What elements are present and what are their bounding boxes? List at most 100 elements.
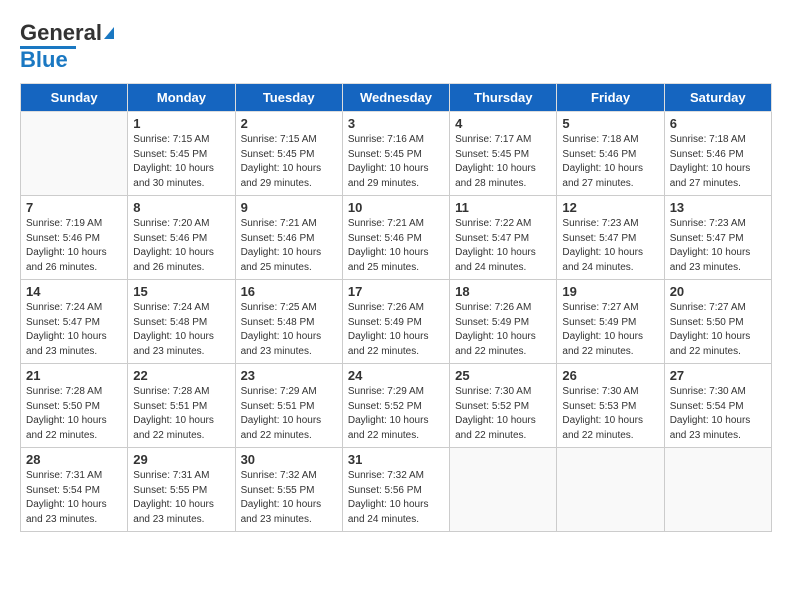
day-info: Sunrise: 7:28 AM Sunset: 5:50 PM Dayligh… <box>26 385 122 443</box>
day-info: Sunrise: 7:28 AM Sunset: 5:51 PM Dayligh… <box>133 385 229 443</box>
day-number: 2 <box>241 116 337 131</box>
day-number: 27 <box>670 368 766 383</box>
calendar-cell <box>450 448 557 532</box>
day-number: 10 <box>348 200 444 215</box>
calendar-cell: 9 Sunrise: 7:21 AM Sunset: 5:46 PM Daylig… <box>235 196 342 280</box>
day-info: Sunrise: 7:20 AM Sunset: 5:46 PM Dayligh… <box>133 217 229 275</box>
day-number: 21 <box>26 368 122 383</box>
day-info: Sunrise: 7:30 AM Sunset: 5:52 PM Dayligh… <box>455 385 551 443</box>
day-number: 31 <box>348 452 444 467</box>
calendar-cell: 22 Sunrise: 7:28 AM Sunset: 5:51 PM Dayli… <box>128 364 235 448</box>
calendar-cell: 13 Sunrise: 7:23 AM Sunset: 5:47 PM Dayli… <box>664 196 771 280</box>
calendar-cell: 24Sunrise: 7:29 AM Sunset: 5:52 PM Dayli… <box>342 364 449 448</box>
day-info: Sunrise: 7:21 AM Sunset: 5:46 PM Dayligh… <box>348 217 444 275</box>
day-info: Sunrise: 7:31 AM Sunset: 5:54 PM Dayligh… <box>26 469 122 527</box>
calendar-cell: 17 Sunrise: 7:26 AM Sunset: 5:49 PM Dayli… <box>342 280 449 364</box>
calendar-cell: 25 Sunrise: 7:30 AM Sunset: 5:52 PM Dayli… <box>450 364 557 448</box>
day-number: 6 <box>670 116 766 131</box>
day-number: 3 <box>348 116 444 131</box>
logo: General Blue <box>20 20 114 73</box>
calendar-cell: 23 Sunrise: 7:29 AM Sunset: 5:51 PM Dayli… <box>235 364 342 448</box>
day-info: Sunrise: 7:32 AM Sunset: 5:55 PM Dayligh… <box>241 469 337 527</box>
page-header: General Blue <box>20 20 772 73</box>
day-number: 30 <box>241 452 337 467</box>
calendar-cell: 20 Sunrise: 7:27 AM Sunset: 5:50 PM Dayli… <box>664 280 771 364</box>
calendar-cell: 6 Sunrise: 7:18 AM Sunset: 5:46 PM Daylig… <box>664 112 771 196</box>
day-number: 23 <box>241 368 337 383</box>
day-info: Sunrise: 7:19 AM Sunset: 5:46 PM Dayligh… <box>26 217 122 275</box>
day-number: 18 <box>455 284 551 299</box>
day-info: Sunrise: 7:22 AM Sunset: 5:47 PM Dayligh… <box>455 217 551 275</box>
day-info: Sunrise: 7:25 AM Sunset: 5:48 PM Dayligh… <box>241 301 337 359</box>
day-info: Sunrise: 7:23 AM Sunset: 5:47 PM Dayligh… <box>670 217 766 275</box>
day-info: Sunrise: 7:18 AM Sunset: 5:46 PM Dayligh… <box>562 133 658 191</box>
day-number: 7 <box>26 200 122 215</box>
day-number: 14 <box>26 284 122 299</box>
calendar-table: SundayMondayTuesdayWednesdayThursdayFrid… <box>20 83 772 532</box>
day-info: Sunrise: 7:23 AM Sunset: 5:47 PM Dayligh… <box>562 217 658 275</box>
day-number: 29 <box>133 452 229 467</box>
day-number: 8 <box>133 200 229 215</box>
day-header-monday: Monday <box>128 84 235 112</box>
day-number: 26 <box>562 368 658 383</box>
day-info: Sunrise: 7:31 AM Sunset: 5:55 PM Dayligh… <box>133 469 229 527</box>
day-info: Sunrise: 7:15 AM Sunset: 5:45 PM Dayligh… <box>241 133 337 191</box>
week-row-2: 7 Sunrise: 7:19 AM Sunset: 5:46 PM Daylig… <box>21 196 772 280</box>
calendar-cell: 3 Sunrise: 7:16 AM Sunset: 5:45 PM Daylig… <box>342 112 449 196</box>
week-row-5: 28Sunrise: 7:31 AM Sunset: 5:54 PM Dayli… <box>21 448 772 532</box>
day-info: Sunrise: 7:24 AM Sunset: 5:48 PM Dayligh… <box>133 301 229 359</box>
calendar-cell: 2 Sunrise: 7:15 AM Sunset: 5:45 PM Daylig… <box>235 112 342 196</box>
day-info: Sunrise: 7:29 AM Sunset: 5:52 PM Dayligh… <box>348 385 444 443</box>
day-number: 9 <box>241 200 337 215</box>
calendar-cell: 21 Sunrise: 7:28 AM Sunset: 5:50 PM Dayli… <box>21 364 128 448</box>
day-number: 4 <box>455 116 551 131</box>
day-info: Sunrise: 7:29 AM Sunset: 5:51 PM Dayligh… <box>241 385 337 443</box>
day-number: 20 <box>670 284 766 299</box>
week-row-3: 14 Sunrise: 7:24 AM Sunset: 5:47 PM Dayli… <box>21 280 772 364</box>
day-number: 16 <box>241 284 337 299</box>
day-header-thursday: Thursday <box>450 84 557 112</box>
calendar-cell: 4Sunrise: 7:17 AM Sunset: 5:45 PM Daylig… <box>450 112 557 196</box>
day-info: Sunrise: 7:18 AM Sunset: 5:46 PM Dayligh… <box>670 133 766 191</box>
calendar-cell: 29 Sunrise: 7:31 AM Sunset: 5:55 PM Dayli… <box>128 448 235 532</box>
logo-blue: Blue <box>20 47 68 73</box>
day-info: Sunrise: 7:27 AM Sunset: 5:50 PM Dayligh… <box>670 301 766 359</box>
day-info: Sunrise: 7:21 AM Sunset: 5:46 PM Dayligh… <box>241 217 337 275</box>
day-info: Sunrise: 7:15 AM Sunset: 5:45 PM Dayligh… <box>133 133 229 191</box>
calendar-cell: 28Sunrise: 7:31 AM Sunset: 5:54 PM Dayli… <box>21 448 128 532</box>
day-info: Sunrise: 7:16 AM Sunset: 5:45 PM Dayligh… <box>348 133 444 191</box>
day-header-wednesday: Wednesday <box>342 84 449 112</box>
day-header-friday: Friday <box>557 84 664 112</box>
day-number: 19 <box>562 284 658 299</box>
day-header-tuesday: Tuesday <box>235 84 342 112</box>
day-number: 12 <box>562 200 658 215</box>
day-number: 5 <box>562 116 658 131</box>
day-info: Sunrise: 7:32 AM Sunset: 5:56 PM Dayligh… <box>348 469 444 527</box>
day-info: Sunrise: 7:27 AM Sunset: 5:49 PM Dayligh… <box>562 301 658 359</box>
day-number: 11 <box>455 200 551 215</box>
day-number: 17 <box>348 284 444 299</box>
calendar-cell: 12 Sunrise: 7:23 AM Sunset: 5:47 PM Dayli… <box>557 196 664 280</box>
calendar-cell: 30 Sunrise: 7:32 AM Sunset: 5:55 PM Dayli… <box>235 448 342 532</box>
day-number: 22 <box>133 368 229 383</box>
day-info: Sunrise: 7:26 AM Sunset: 5:49 PM Dayligh… <box>348 301 444 359</box>
day-number: 13 <box>670 200 766 215</box>
calendar-cell: 11 Sunrise: 7:22 AM Sunset: 5:47 PM Dayli… <box>450 196 557 280</box>
calendar-cell <box>557 448 664 532</box>
day-number: 25 <box>455 368 551 383</box>
calendar-cell: 16 Sunrise: 7:25 AM Sunset: 5:48 PM Dayli… <box>235 280 342 364</box>
calendar-cell: 18Sunrise: 7:26 AM Sunset: 5:49 PM Dayli… <box>450 280 557 364</box>
day-number: 15 <box>133 284 229 299</box>
calendar-cell: 1Sunrise: 7:15 AM Sunset: 5:45 PM Daylig… <box>128 112 235 196</box>
calendar-cell: 19 Sunrise: 7:27 AM Sunset: 5:49 PM Dayli… <box>557 280 664 364</box>
calendar-cell: 26Sunrise: 7:30 AM Sunset: 5:53 PM Dayli… <box>557 364 664 448</box>
calendar-cell: 15 Sunrise: 7:24 AM Sunset: 5:48 PM Dayli… <box>128 280 235 364</box>
calendar-cell: 7 Sunrise: 7:19 AM Sunset: 5:46 PM Daylig… <box>21 196 128 280</box>
calendar-cell: 27Sunrise: 7:30 AM Sunset: 5:54 PM Dayli… <box>664 364 771 448</box>
day-info: Sunrise: 7:24 AM Sunset: 5:47 PM Dayligh… <box>26 301 122 359</box>
logo-general: General <box>20 20 102 46</box>
logo-arrow-icon <box>104 27 114 39</box>
calendar-cell <box>21 112 128 196</box>
calendar-cell: 5 Sunrise: 7:18 AM Sunset: 5:46 PM Daylig… <box>557 112 664 196</box>
day-header-sunday: Sunday <box>21 84 128 112</box>
